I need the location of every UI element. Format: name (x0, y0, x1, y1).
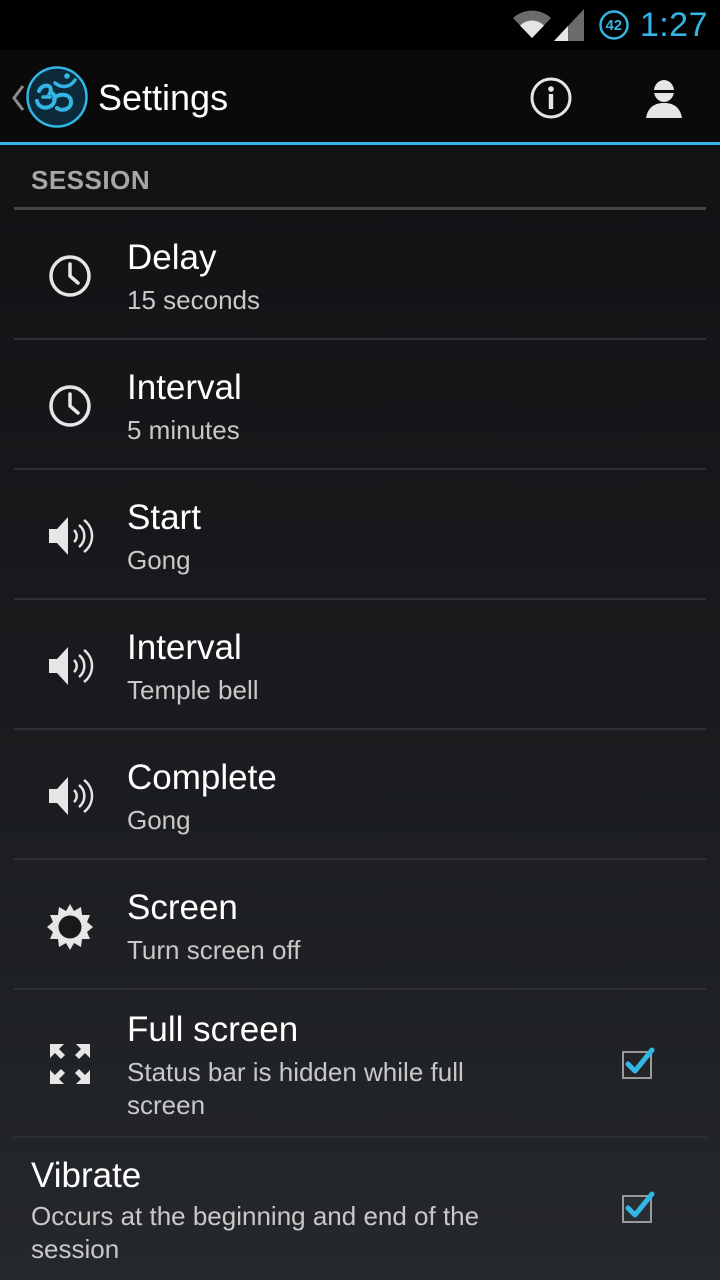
pref-interval-sound[interactable]: Interval Temple bell (14, 600, 706, 730)
pref-delay[interactable]: Delay 15 seconds (14, 210, 706, 340)
pref-title: Interval (127, 368, 242, 407)
pref-summary: 15 seconds (127, 285, 260, 315)
pref-summary: Occurs at the beginning and end of the s… (31, 1201, 480, 1264)
pref-title: Screen (127, 888, 238, 927)
up-caret-icon[interactable] (8, 78, 28, 118)
pref-screen[interactable]: Screen Turn screen off (14, 860, 706, 990)
section-header-label: SESSION (31, 165, 151, 195)
pref-title: Full screen (127, 1010, 299, 1049)
pref-title: Vibrate (31, 1156, 142, 1195)
full-screen-checkbox[interactable] (620, 1045, 656, 1081)
pref-interval[interactable]: Interval 5 minutes (14, 340, 706, 470)
clock-time: 1:27 (639, 5, 708, 44)
pref-summary: Gong (127, 545, 191, 575)
status-icons: 42 1:27 (512, 0, 708, 50)
battery-icon: 42 (598, 9, 630, 41)
pref-title: Complete (127, 758, 277, 797)
brightness-icon (47, 904, 93, 950)
settings-list: SESSION Delay 15 seconds Interval 5 minu… (0, 145, 720, 1280)
action-bar: Settings (0, 50, 720, 145)
page-title: Settings (98, 77, 229, 118)
cell-signal-icon (553, 9, 584, 41)
battery-level: 42 (605, 16, 623, 34)
pref-full-screen[interactable]: Full screen Status bar is hidden while f… (14, 990, 706, 1138)
pref-title: Start (127, 498, 201, 537)
pref-summary: Turn screen off (127, 935, 301, 965)
section-header: SESSION (14, 145, 706, 210)
speaker-icon (49, 647, 94, 685)
pref-title: Interval (127, 628, 242, 667)
pref-complete-sound[interactable]: Complete Gong (14, 730, 706, 860)
clock-icon (49, 385, 91, 427)
pref-vibrate[interactable]: Vibrate Occurs at the beginning and end … (14, 1138, 706, 1280)
pref-summary: Gong (127, 805, 191, 835)
pref-title: Delay (127, 238, 217, 277)
speaker-icon (49, 517, 94, 555)
pref-summary: 5 minutes (127, 415, 240, 445)
status-bar: 42 1:27 (0, 0, 720, 50)
wifi-icon (512, 10, 551, 38)
fullscreen-icon (50, 1044, 90, 1084)
profile-icon[interactable] (642, 76, 686, 120)
speaker-icon (49, 777, 94, 815)
pref-start-sound[interactable]: Start Gong (14, 470, 706, 600)
pref-summary: Temple bell (127, 675, 259, 705)
vibrate-checkbox[interactable] (620, 1189, 656, 1225)
om-logo-icon[interactable] (26, 66, 88, 128)
info-icon[interactable] (529, 76, 573, 120)
clock-icon (49, 255, 91, 297)
pref-summary: Status bar is hidden while full screen (127, 1057, 464, 1120)
